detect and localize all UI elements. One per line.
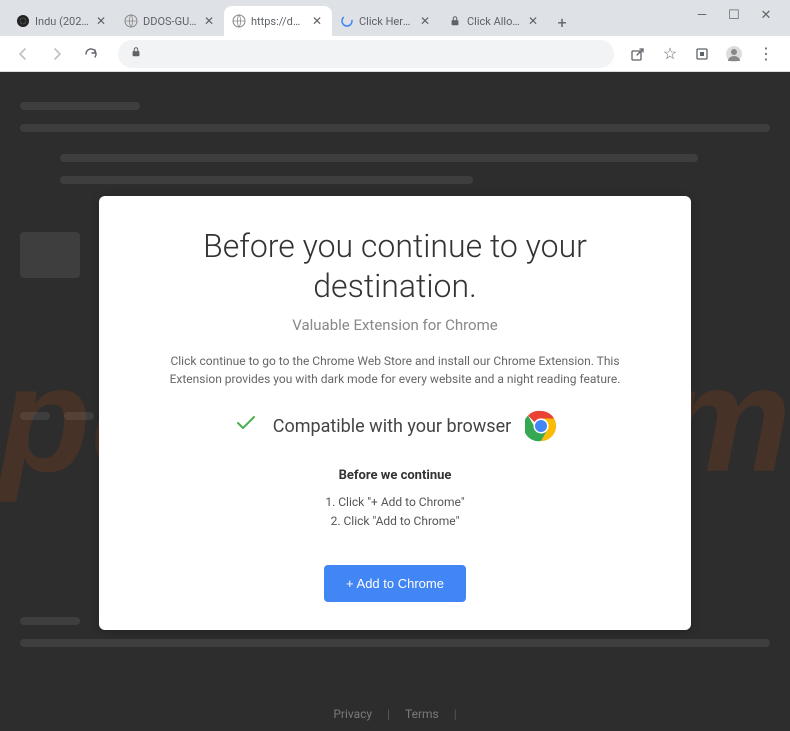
steps-title: Before we continue [139,468,651,483]
modal-subtitle: Valuable Extension for Chrome [139,316,651,334]
tab-3[interactable]: Click Here to ed ✕ [332,6,440,36]
address-bar[interactable] [118,40,614,68]
tab-2-active[interactable]: https://darkmod ✕ [224,6,332,36]
step-2: 2. Click "Add to Chrome" [139,512,651,531]
minimize-button[interactable]: — [696,9,708,21]
tab-title: Click Allow if yo [467,15,521,28]
toolbar-right: ☆ ⋮ [628,44,780,64]
tab-title: https://darkmod [251,15,305,28]
close-icon[interactable]: ✕ [526,14,540,28]
modal-title: Before you continue to your destination. [139,226,651,306]
tab-title: Click Here to ed [359,15,413,28]
maximize-button[interactable]: ☐ [728,9,740,21]
extensions-icon[interactable] [692,44,712,64]
check-icon [233,410,259,442]
spinner-icon [340,14,354,28]
privacy-link[interactable]: Privacy [333,707,372,721]
globe-icon [124,14,138,28]
tab-title: Indu (2023) S02 [35,15,89,28]
modal-description: Click continue to go to the Chrome Web S… [139,352,651,388]
tab-1[interactable]: DDOS-GUARD ✕ [116,6,224,36]
globe-icon [16,14,30,28]
tab-4[interactable]: Click Allow if yo ✕ [440,6,548,36]
toolbar: ☆ ⋮ [0,36,790,72]
back-button[interactable] [10,41,36,67]
footer: Privacy | Terms | [0,707,790,721]
new-tab-button[interactable]: + [548,8,576,36]
bookmark-star-icon[interactable]: ☆ [660,44,680,64]
tab-strip: Indu (2023) S02 ✕ DDOS-GUARD ✕ https://d… [0,0,790,36]
steps-list: 1. Click "+ Add to Chrome" 2. Click "Add… [139,493,651,531]
chrome-logo-icon [525,410,557,442]
extension-modal: Before you continue to your destination.… [99,196,691,630]
profile-icon[interactable] [724,44,744,64]
close-icon[interactable]: ✕ [202,14,216,28]
compatible-text: Compatible with your browser [273,416,512,437]
menu-icon[interactable]: ⋮ [756,44,776,64]
lock-icon [130,46,142,61]
tab-0[interactable]: Indu (2023) S02 ✕ [8,6,116,36]
close-icon[interactable]: ✕ [418,14,432,28]
tab-title: DDOS-GUARD [143,15,197,28]
close-icon[interactable]: ✕ [94,14,108,28]
globe-icon [232,14,246,28]
compatible-row: Compatible with your browser [139,410,651,442]
step-1: 1. Click "+ Add to Chrome" [139,493,651,512]
add-to-chrome-button[interactable]: + Add to Chrome [324,565,466,602]
reload-button[interactable] [78,41,104,67]
page-content: pcrisk.com Before you continue to your d… [0,72,790,731]
close-icon[interactable]: ✕ [310,14,324,28]
lock-icon [448,14,462,28]
share-icon[interactable] [628,44,648,64]
close-window-button[interactable]: ✕ [760,9,772,21]
terms-link[interactable]: Terms [405,707,439,721]
window-controls: — ☐ ✕ [696,0,790,30]
forward-button[interactable] [44,41,70,67]
